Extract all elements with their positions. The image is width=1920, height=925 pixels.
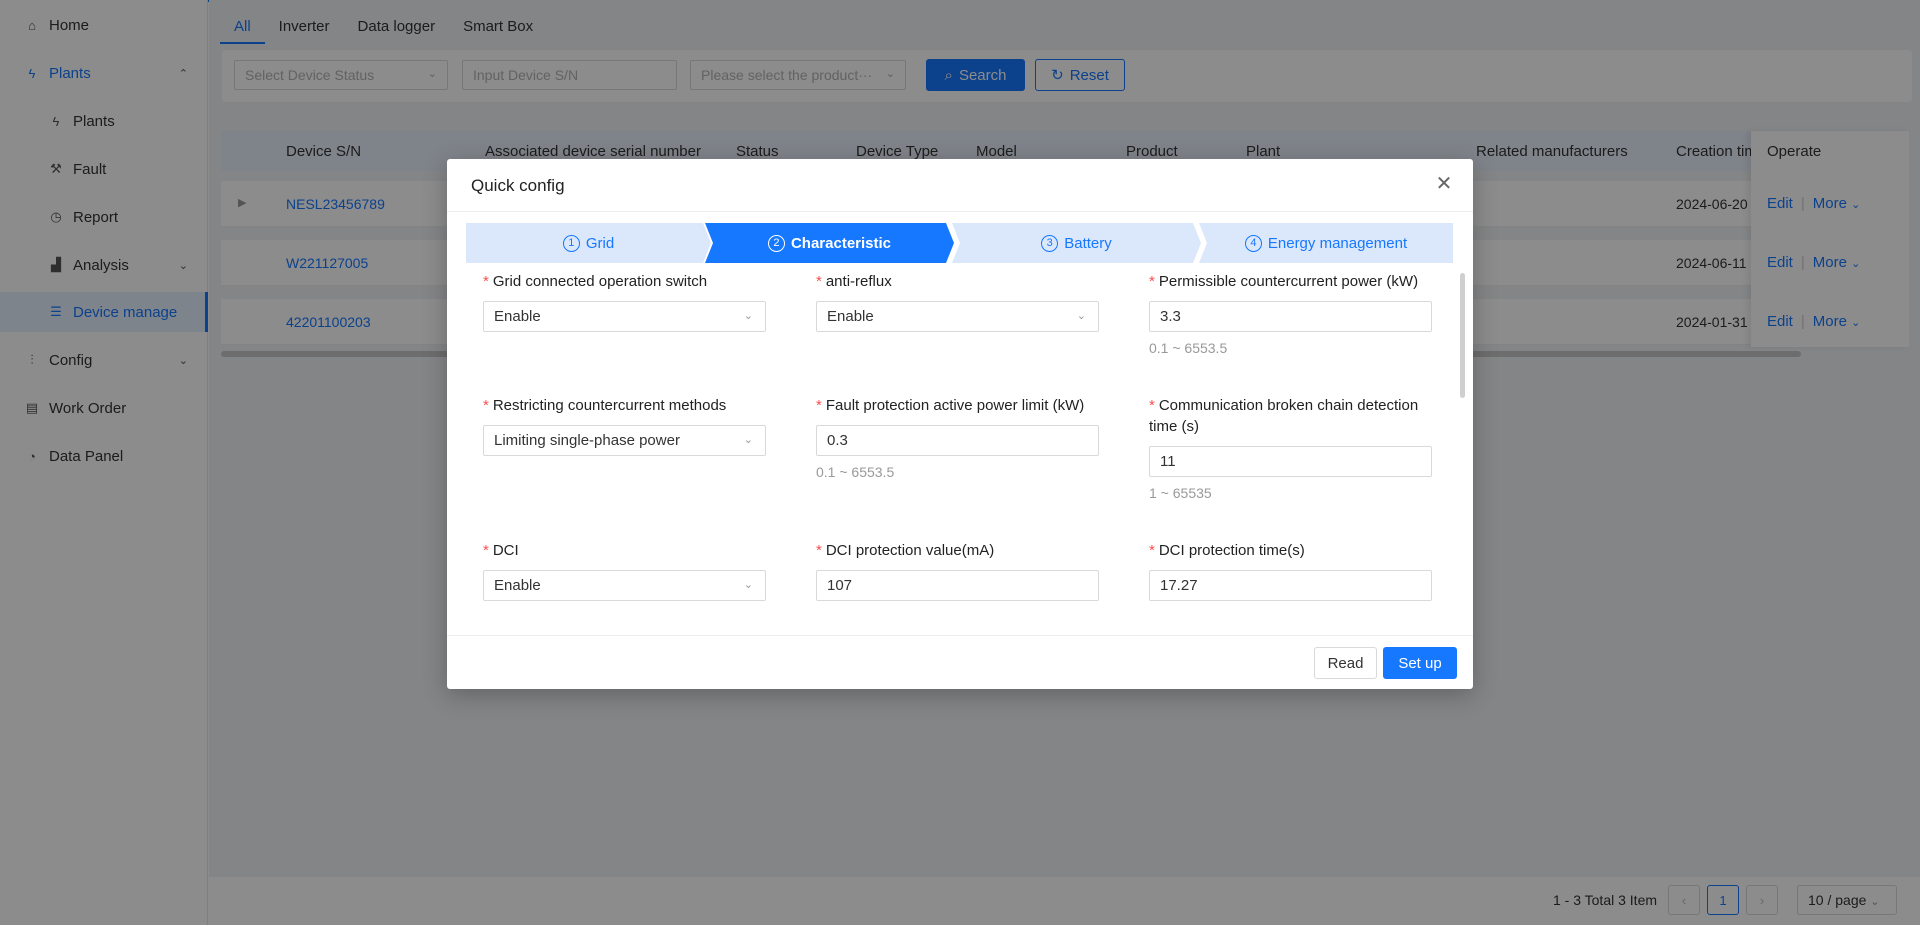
step-label: Grid [585, 234, 615, 252]
step-label: Characteristic [790, 234, 892, 252]
dci-protection-value-field: * DCI protection value(mA) 107 [816, 540, 1099, 601]
input-value: 11 [1160, 453, 1176, 470]
field-label: * Permissible countercurrent power (kW) [1149, 271, 1432, 292]
chevron-down-icon: ⌄ [743, 579, 753, 591]
required-mark: * [816, 273, 822, 290]
vertical-scrollbar[interactable] [1460, 273, 1465, 398]
field-label-text: Communication broken chain detection tim… [1149, 397, 1419, 435]
field-label: * Fault protection active power limit (kW… [816, 395, 1099, 416]
range-hint: 0.1 ~ 6553.5 [1149, 340, 1228, 356]
range-hint: 0.1 ~ 6553.5 [816, 464, 895, 480]
dci-select[interactable]: Enable ⌄ [483, 570, 766, 601]
field-label-text: DCI protection time(s) [1158, 542, 1305, 559]
grid-connected-switch-select[interactable]: Enable ⌄ [483, 301, 766, 332]
required-mark: * [1149, 397, 1155, 414]
field-label: * DCI protection value(mA) [816, 540, 1099, 561]
fault-protection-power-field: * Fault protection active power limit (kW… [816, 395, 1099, 480]
field-label: * anti-reflux [816, 271, 1099, 292]
required-mark: * [483, 397, 489, 414]
dialog-title: Quick config [471, 176, 565, 195]
chevron-down-icon: ⌄ [743, 434, 753, 446]
step-number: 2 [767, 234, 785, 252]
required-mark: * [483, 542, 489, 559]
field-label-text: Grid connected operation switch [492, 273, 708, 290]
select-value: Enable [827, 308, 874, 325]
field-label-text: Permissible countercurrent power (kW) [1158, 273, 1419, 290]
read-button[interactable]: Read [1314, 647, 1377, 679]
step-battery[interactable]: 3 Battery [952, 223, 1201, 263]
anti-reflux-select[interactable]: Enable ⌄ [816, 301, 1099, 332]
select-value: Limiting single-phase power [494, 432, 680, 449]
field-label: * Grid connected operation switch [483, 271, 766, 292]
field-label-text: Restricting countercurrent methods [492, 397, 727, 414]
set-up-button[interactable]: Set up [1383, 647, 1457, 679]
field-label-text: DCI protection value(mA) [825, 542, 995, 559]
field-label: * DCI protection time(s) [1149, 540, 1432, 561]
step-grid[interactable]: 1 Grid [466, 223, 711, 263]
input-value: 17.27 [1160, 577, 1198, 594]
step-energy-management[interactable]: 4 Energy management [1199, 223, 1453, 263]
grid-connected-switch-field: * Grid connected operation switch Enable ⌄ [483, 271, 766, 332]
step-characteristic[interactable]: 2 Characteristic [705, 223, 954, 263]
close-icon[interactable]: ✕ [1433, 173, 1455, 195]
field-label: * Communication broken chain detection ti… [1149, 395, 1432, 437]
step-label: Energy management [1267, 234, 1408, 252]
dci-protection-time-field: * DCI protection time(s) 17.27 [1149, 540, 1432, 601]
quick-config-dialog: Quick config ✕ 1 Grid 2 Characteristic 3 Ba… [447, 159, 1473, 689]
field-label-text: Fault protection active power limit (kW) [825, 397, 1085, 414]
step-number: 4 [1244, 234, 1262, 252]
dci-protection-time-input[interactable]: 17.27 [1149, 570, 1432, 601]
step-label: Battery [1064, 234, 1112, 252]
dci-field: * DCI Enable ⌄ [483, 540, 766, 601]
comm-broken-detection-input[interactable]: 11 [1149, 446, 1432, 477]
field-label: * Restricting countercurrent methods [483, 395, 766, 416]
countercurrent-power-input[interactable]: 3.3 [1149, 301, 1432, 332]
dci-protection-value-input[interactable]: 107 [816, 570, 1099, 601]
range-hint: 1 ~ 65535 [1149, 485, 1212, 501]
fault-protection-power-input[interactable]: 0.3 [816, 425, 1099, 456]
chevron-down-icon: ⌄ [1076, 310, 1086, 322]
field-label: * DCI [483, 540, 766, 561]
required-mark: * [816, 397, 822, 414]
input-value: 3.3 [1160, 308, 1181, 325]
required-mark: * [816, 542, 822, 559]
required-mark: * [483, 273, 489, 290]
select-value: Enable [494, 577, 541, 594]
required-mark: * [1149, 542, 1155, 559]
read-button-label: Read [1327, 654, 1364, 672]
divider [447, 635, 1473, 636]
chevron-down-icon: ⌄ [743, 310, 753, 322]
comm-broken-detection-field: * Communication broken chain detection ti… [1149, 395, 1432, 501]
input-value: 0.3 [827, 432, 848, 449]
step-number: 1 [562, 234, 580, 252]
set-up-button-label: Set up [1398, 654, 1442, 672]
divider [447, 211, 1473, 212]
restricting-methods-select[interactable]: Limiting single-phase power ⌄ [483, 425, 766, 456]
step-number: 3 [1041, 234, 1059, 252]
anti-reflux-field: * anti-reflux Enable ⌄ [816, 271, 1099, 332]
restricting-methods-field: * Restricting countercurrent methods Limi… [483, 395, 766, 456]
required-mark: * [1149, 273, 1155, 290]
config-steps: 1 Grid 2 Characteristic 3 Battery 4 Energy m… [466, 223, 1453, 263]
countercurrent-power-field: * Permissible countercurrent power (kW) 3… [1149, 271, 1432, 356]
select-value: Enable [494, 308, 541, 325]
dialog-body: * Grid connected operation switch Enable ⌄… [447, 271, 1473, 625]
field-label-text: DCI [492, 542, 519, 559]
input-value: 107 [827, 577, 853, 594]
field-label-text: anti-reflux [825, 273, 892, 290]
